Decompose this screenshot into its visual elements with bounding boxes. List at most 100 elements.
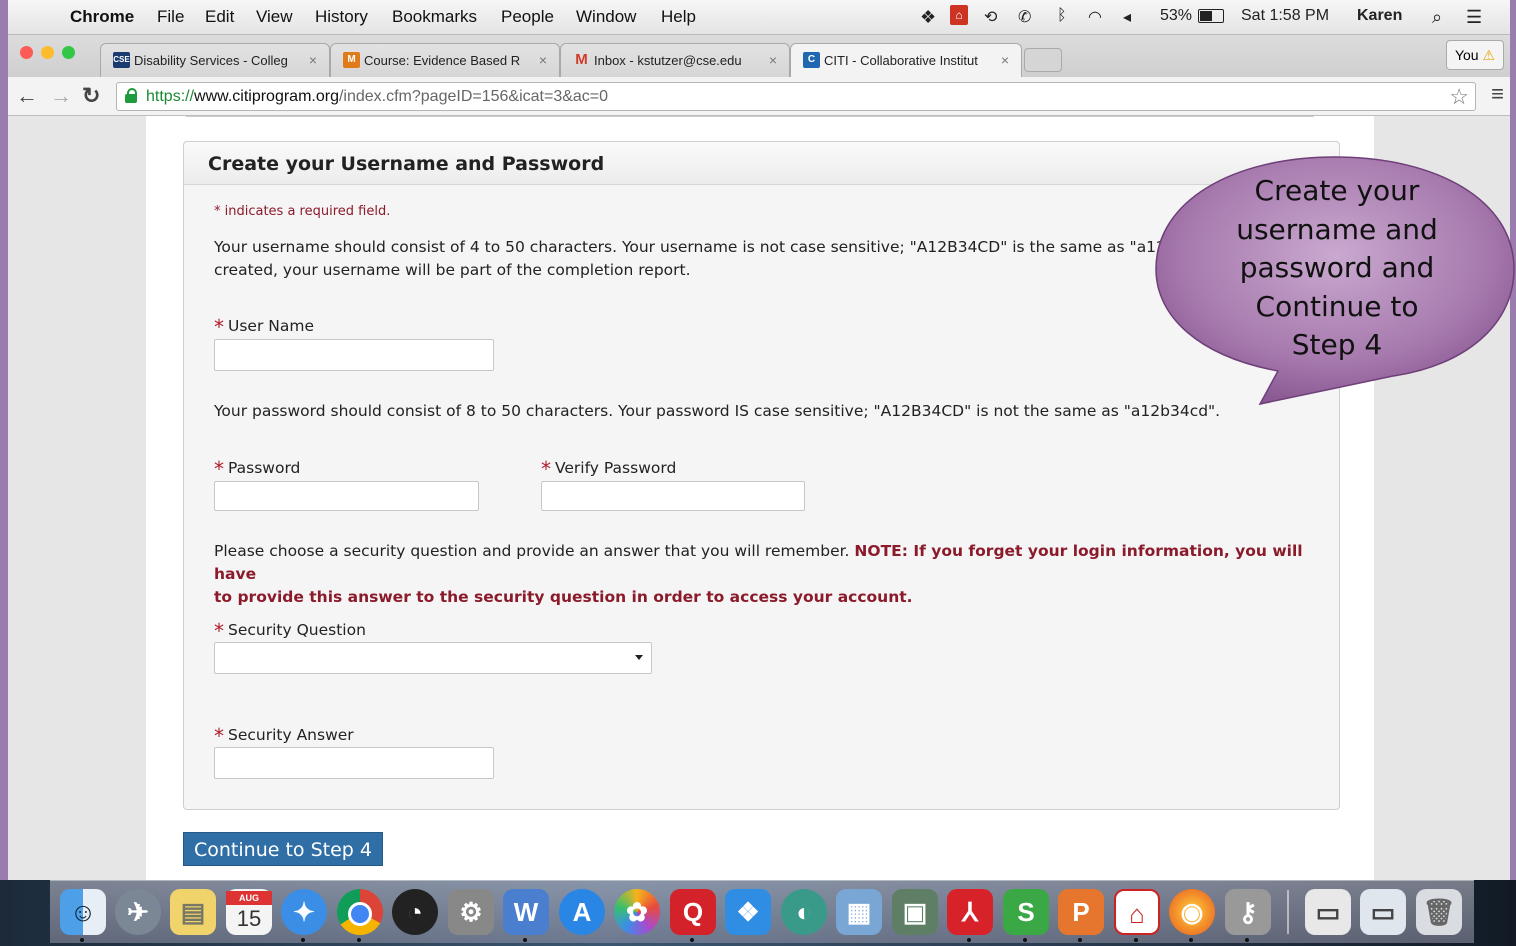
tab-close-icon[interactable]: × bbox=[309, 52, 317, 68]
finder-icon[interactable]: ☺ bbox=[60, 889, 106, 935]
callout-line: password and bbox=[1239, 251, 1435, 284]
profile-button[interactable]: You ⚠ bbox=[1446, 40, 1504, 70]
system-preferences-icon[interactable]: ⚙ bbox=[448, 889, 494, 935]
tab-citi[interactable]: C CITI - Collaborative Institut × bbox=[790, 43, 1022, 77]
callout-line: Continue to bbox=[1255, 289, 1419, 323]
username-input[interactable] bbox=[214, 339, 494, 371]
dock-running-indicator bbox=[1245, 938, 1249, 942]
chrome-menu-icon[interactable]: ≡ bbox=[1491, 81, 1504, 107]
image-capture-icon[interactable]: ▣ bbox=[892, 889, 938, 935]
lync-icon[interactable]: S bbox=[1003, 889, 1049, 935]
battery-percent[interactable]: 53% bbox=[1160, 7, 1192, 25]
chrome-icon[interactable] bbox=[337, 889, 383, 935]
menu-edit[interactable]: Edit bbox=[205, 7, 234, 27]
menu-user[interactable]: Karen bbox=[1357, 7, 1402, 25]
url-text: https://www.citiprogram.org/index.cfm?pa… bbox=[146, 83, 608, 110]
bluetooth-icon[interactable]: ᛒ bbox=[1057, 7, 1067, 25]
menu-bookmarks[interactable]: Bookmarks bbox=[392, 7, 477, 27]
forward-arrow-icon[interactable]: → bbox=[50, 83, 72, 109]
continue-button[interactable]: Continue to Step 4 bbox=[183, 832, 383, 866]
verify-password-input[interactable] bbox=[541, 481, 805, 511]
time-machine-icon[interactable]: ⟲ bbox=[984, 7, 997, 27]
security-question-label: * Security Question bbox=[214, 619, 366, 643]
tab-strip: CSE Disability Services - Colleg × M Cou… bbox=[8, 35, 1510, 77]
network-icon[interactable]: ◐ bbox=[781, 889, 827, 935]
address-bar[interactable]: https://www.citiprogram.org/index.cfm?pa… bbox=[116, 82, 1476, 111]
required-asterisk: * bbox=[214, 457, 224, 481]
wifi-icon[interactable]: ◠ bbox=[1088, 7, 1102, 27]
downloads-stack-icon[interactable]: ▭ bbox=[1360, 889, 1406, 935]
moodle-favicon-icon: M bbox=[343, 52, 360, 68]
trash-icon[interactable]: 🗑 bbox=[1416, 889, 1462, 935]
battery-icon[interactable] bbox=[1198, 9, 1224, 23]
photos-icon[interactable]: ✿ bbox=[614, 889, 660, 935]
app-store-icon[interactable]: A bbox=[559, 889, 605, 935]
calendar-icon[interactable]: AUG 15 bbox=[226, 889, 272, 935]
calendar-day: 15 bbox=[236, 906, 262, 931]
tab-inbox[interactable]: M Inbox - kstutzer@cse.edu × bbox=[560, 43, 790, 77]
menu-history[interactable]: History bbox=[315, 7, 368, 27]
required-field-note: * indicates a required field. bbox=[214, 204, 391, 219]
username-label-text: User Name bbox=[228, 317, 314, 335]
dock-separator bbox=[1287, 890, 1289, 934]
spotlight-search-icon[interactable]: ⌕ bbox=[1432, 7, 1442, 28]
security-answer-input[interactable] bbox=[214, 747, 494, 779]
tab-close-icon[interactable]: × bbox=[1001, 52, 1009, 68]
tab-disability-services[interactable]: CSE Disability Services - Colleg × bbox=[100, 43, 330, 77]
menu-people[interactable]: People bbox=[501, 7, 554, 27]
app-status-icon[interactable]: ⌂ bbox=[950, 5, 968, 25]
menu-app-name[interactable]: Chrome bbox=[70, 7, 134, 27]
shortcut-app-icon[interactable]: ⌂ bbox=[1114, 889, 1160, 935]
safari-icon[interactable]: ✦ bbox=[281, 889, 327, 935]
word-icon[interactable]: W bbox=[503, 889, 549, 935]
dock-running-indicator bbox=[967, 938, 971, 942]
firefox-icon[interactable]: ◉ bbox=[1169, 889, 1215, 935]
security-question-select[interactable] bbox=[214, 642, 652, 674]
username-help-line2: created, your username will be part of t… bbox=[214, 261, 691, 279]
back-arrow-icon[interactable]: ← bbox=[16, 83, 38, 109]
menu-file[interactable]: File bbox=[157, 7, 184, 27]
dock-running-indicator bbox=[1134, 938, 1138, 942]
tab-title: Disability Services - Colleg bbox=[134, 53, 288, 68]
dropbox-icon[interactable]: ❖ bbox=[725, 889, 771, 935]
phone-icon[interactable]: ✆ bbox=[1018, 7, 1031, 27]
dashboard-icon[interactable]: ◔ bbox=[392, 889, 438, 935]
launchpad-icon[interactable]: ✈ bbox=[115, 889, 161, 935]
dropbox-status-icon[interactable]: ❖ bbox=[920, 7, 936, 28]
menu-clock[interactable]: Sat 1:58 PM bbox=[1241, 7, 1329, 25]
quicken-icon[interactable]: Q bbox=[670, 889, 716, 935]
bookmark-star-icon[interactable]: ☆ bbox=[1449, 83, 1469, 110]
battery-level bbox=[1200, 11, 1212, 21]
acrobat-icon[interactable]: ⅄ bbox=[947, 889, 993, 935]
required-asterisk: * bbox=[541, 457, 551, 481]
callout-text: Create your username and password and Co… bbox=[1190, 172, 1484, 365]
documents-stack-icon[interactable]: ▭ bbox=[1305, 889, 1351, 935]
powerpoint-icon[interactable]: P bbox=[1058, 889, 1104, 935]
cse-favicon-icon: CSE bbox=[113, 52, 130, 68]
password-input[interactable] bbox=[214, 481, 479, 511]
window-minimize-button[interactable] bbox=[41, 46, 54, 59]
required-asterisk: * bbox=[214, 724, 224, 748]
menu-window[interactable]: Window bbox=[576, 7, 636, 27]
required-asterisk: * bbox=[214, 315, 224, 339]
tab-course-evidence[interactable]: M Course: Evidence Based R × bbox=[330, 43, 560, 77]
panel-title: Create your Username and Password bbox=[208, 153, 605, 175]
reload-icon[interactable]: ↻ bbox=[82, 83, 100, 109]
volume-icon[interactable]: ◂ bbox=[1123, 7, 1131, 27]
new-tab-button[interactable] bbox=[1024, 48, 1062, 72]
keychain-icon[interactable]: ⚷ bbox=[1225, 889, 1271, 935]
window-close-button[interactable] bbox=[20, 46, 33, 59]
notification-center-icon[interactable]: ☰ bbox=[1466, 7, 1482, 28]
dock-running-indicator bbox=[357, 938, 361, 942]
tab-close-icon[interactable]: × bbox=[769, 52, 777, 68]
dock-running-indicator bbox=[523, 938, 527, 942]
stickies-icon[interactable]: ▤ bbox=[170, 889, 216, 935]
window-zoom-button[interactable] bbox=[62, 46, 75, 59]
menu-help[interactable]: Help bbox=[661, 7, 696, 27]
tab-close-icon[interactable]: × bbox=[539, 52, 547, 68]
password-label-text: Password bbox=[228, 459, 301, 477]
menu-view[interactable]: View bbox=[256, 7, 293, 27]
browser-toolbar: ← → ↻ https://www.citiprogram.org/index.… bbox=[8, 77, 1510, 116]
preview-icon[interactable]: ▦ bbox=[836, 889, 882, 935]
url-path: /index.cfm?pageID=156&icat=3&ac=0 bbox=[338, 88, 609, 105]
